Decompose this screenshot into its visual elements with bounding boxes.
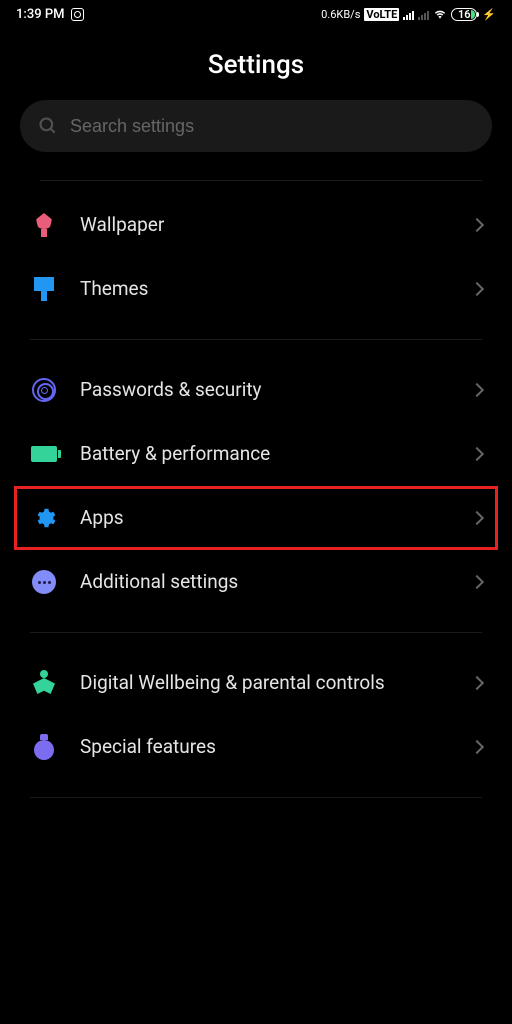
chevron-right-icon [470,218,484,232]
settings-item-themes[interactable]: Themes [0,257,512,321]
chevron-right-icon [470,511,484,525]
wallpaper-icon [30,211,58,239]
settings-group-display: Wallpaper Themes [0,193,512,321]
chevron-right-icon [470,575,484,589]
settings-item-passwords[interactable]: Passwords & security [0,358,512,422]
item-label: Additional settings [80,570,450,594]
signal-icon-2 [418,9,429,20]
chevron-right-icon [470,740,484,754]
settings-group-system: Passwords & security Battery & performan… [0,358,512,614]
item-label: Digital Wellbeing & parental controls [80,671,450,695]
divider [30,339,482,340]
status-right: 0.6KB/s VoLTE 16 ⚡ [321,8,496,21]
wifi-icon [433,9,447,20]
fingerprint-icon [30,376,58,404]
page-title: Settings [0,28,512,100]
chevron-right-icon [470,447,484,461]
search-icon [38,116,58,136]
battery-level: 16 [458,8,471,21]
settings-item-battery[interactable]: Battery & performance [0,422,512,486]
item-label: Battery & performance [80,442,450,466]
chevron-right-icon [470,282,484,296]
item-label: Special features [80,735,450,759]
settings-item-wallpaper[interactable]: Wallpaper [0,193,512,257]
item-label: Themes [80,277,450,301]
volte-badge: VoLTE [364,8,399,21]
status-bar: 1:39 PM 0.6KB/s VoLTE 16 ⚡ [0,0,512,28]
charging-icon: ⚡ [482,8,496,21]
status-time: 1:39 PM [16,7,65,22]
search-input[interactable] [70,116,474,137]
wellbeing-icon [30,669,58,697]
data-rate: 0.6KB/s [321,8,360,21]
chevron-right-icon [470,676,484,690]
divider [30,797,482,798]
themes-icon [30,275,58,303]
settings-item-special[interactable]: Special features [0,715,512,779]
battery-icon: 16 [451,8,477,21]
special-icon [30,733,58,761]
settings-item-additional[interactable]: Additional settings [0,550,512,614]
instagram-icon [71,8,84,21]
settings-item-wellbeing[interactable]: Digital Wellbeing & parental controls [0,651,512,715]
divider [30,632,482,633]
chevron-right-icon [470,383,484,397]
divider [40,180,482,181]
item-label: Apps [80,506,450,530]
status-left: 1:39 PM [16,7,84,22]
signal-icon [403,9,414,20]
gear-icon [30,504,58,532]
item-label: Wallpaper [80,213,450,237]
item-label: Passwords & security [80,378,450,402]
search-bar[interactable] [20,100,492,152]
more-icon [30,568,58,596]
battery-icon [30,440,58,468]
settings-item-apps[interactable]: Apps [14,486,498,550]
settings-group-other: Digital Wellbeing & parental controls Sp… [0,651,512,779]
